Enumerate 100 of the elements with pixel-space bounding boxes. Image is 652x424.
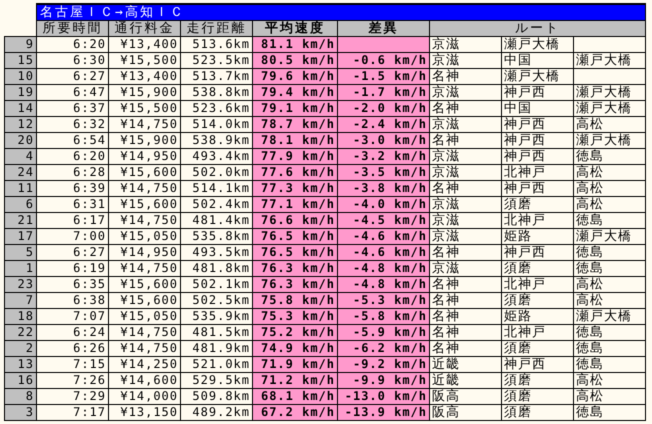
table-cell: 6:20 bbox=[36, 148, 108, 164]
table-cell: 6:54 bbox=[36, 132, 108, 148]
table-cell: -5.8 km/h bbox=[338, 308, 430, 324]
table-cell: 徳島 bbox=[574, 212, 646, 228]
table-cell: 78.1 km/h bbox=[252, 132, 338, 148]
table-cell: 6:27 bbox=[36, 244, 108, 260]
table-cell: 高松 bbox=[574, 164, 646, 180]
table-cell: 名神 bbox=[430, 68, 502, 84]
table-cell: 74.9 km/h bbox=[252, 340, 338, 356]
table-cell: ¥15,900 bbox=[108, 84, 180, 100]
table-cell: 阪高 bbox=[430, 388, 502, 404]
table-cell: ¥13,150 bbox=[108, 404, 180, 420]
table-cell: ¥15,050 bbox=[108, 228, 180, 244]
table-cell: 近畿 bbox=[430, 372, 502, 388]
table-cell: ¥14,750 bbox=[108, 324, 180, 340]
table-cell: 神戸西 bbox=[502, 84, 574, 100]
column-header: 通行料金 bbox=[108, 20, 180, 36]
table-cell: 6:17 bbox=[36, 212, 108, 228]
table-cell: 76.3 km/h bbox=[252, 260, 338, 276]
row-header: 10 bbox=[4, 68, 36, 84]
table-cell: 7:29 bbox=[36, 388, 108, 404]
column-header: 所要時間 bbox=[36, 20, 108, 36]
table-cell: -4.8 km/h bbox=[338, 276, 430, 292]
table-cell: 481.9km bbox=[180, 340, 252, 356]
table-cell: 493.4km bbox=[180, 148, 252, 164]
table-cell: -9.9 km/h bbox=[338, 372, 430, 388]
table-cell: 高松 bbox=[574, 276, 646, 292]
table-cell: 姫路 bbox=[502, 228, 574, 244]
table-cell: ¥15,600 bbox=[108, 292, 180, 308]
table-cell: 徳島 bbox=[574, 340, 646, 356]
table-cell: 須磨 bbox=[502, 196, 574, 212]
table-cell: 徳島 bbox=[574, 404, 646, 420]
table-cell: 75.8 km/h bbox=[252, 292, 338, 308]
table-cell: 79.6 km/h bbox=[252, 68, 338, 84]
table-cell: 509.8km bbox=[180, 388, 252, 404]
table-cell: 489.2km bbox=[180, 404, 252, 420]
table-cell: 神戸西 bbox=[502, 148, 574, 164]
row-header: 22 bbox=[4, 324, 36, 340]
table-cell: 須磨 bbox=[502, 404, 574, 420]
row-header: 8 bbox=[4, 388, 36, 404]
table-cell: 瀬戸大橋 bbox=[574, 228, 646, 244]
row-header: 3 bbox=[4, 404, 36, 420]
table-cell: 502.1km bbox=[180, 276, 252, 292]
column-header: ルート bbox=[430, 20, 646, 36]
table-cell: 京滋 bbox=[430, 164, 502, 180]
table-cell: -4.5 km/h bbox=[338, 212, 430, 228]
table-cell: ¥13,400 bbox=[108, 68, 180, 84]
table-cell: 須磨 bbox=[502, 372, 574, 388]
table-cell: 77.3 km/h bbox=[252, 180, 338, 196]
table-cell: 75.2 km/h bbox=[252, 324, 338, 340]
row-header: 20 bbox=[4, 132, 36, 148]
table-cell: 高松 bbox=[574, 388, 646, 404]
row-header: 7 bbox=[4, 292, 36, 308]
row-header: 12 bbox=[4, 116, 36, 132]
table-cell: 京滋 bbox=[430, 228, 502, 244]
table-cell: 6:27 bbox=[36, 68, 108, 84]
table-cell: -4.0 km/h bbox=[338, 196, 430, 212]
table-cell: 6:19 bbox=[36, 260, 108, 276]
table-cell: 529.5km bbox=[180, 372, 252, 388]
table-cell: 瀬戸大橋 bbox=[574, 308, 646, 324]
table-cell: ¥14,750 bbox=[108, 260, 180, 276]
table-cell: 502.4km bbox=[180, 196, 252, 212]
table-cell: ¥14,000 bbox=[108, 388, 180, 404]
row-header: 18 bbox=[4, 308, 36, 324]
row-header: 4 bbox=[4, 148, 36, 164]
table-cell: 523.5km bbox=[180, 52, 252, 68]
table-cell: -3.5 km/h bbox=[338, 164, 430, 180]
table-cell: 77.9 km/h bbox=[252, 148, 338, 164]
column-header: 走行距離 bbox=[180, 20, 252, 36]
table-cell: 姫路 bbox=[502, 308, 574, 324]
table-cell: 481.5km bbox=[180, 324, 252, 340]
table-cell: ¥14,950 bbox=[108, 148, 180, 164]
table-cell: 京滋 bbox=[430, 260, 502, 276]
table-cell: 6:26 bbox=[36, 340, 108, 356]
table-cell: 68.1 km/h bbox=[252, 388, 338, 404]
table-cell: 514.1km bbox=[180, 180, 252, 196]
table-cell: 81.1 km/h bbox=[252, 36, 338, 52]
table-cell: 京滋 bbox=[430, 36, 502, 52]
table-cell: 76.3 km/h bbox=[252, 276, 338, 292]
table-cell: ¥15,500 bbox=[108, 52, 180, 68]
table-cell: ¥14,250 bbox=[108, 356, 180, 372]
table-cell: 75.3 km/h bbox=[252, 308, 338, 324]
table-cell: 神戸西 bbox=[502, 132, 574, 148]
row-header: 14 bbox=[4, 100, 36, 116]
table-cell: 高松 bbox=[574, 292, 646, 308]
table-cell: 京滋 bbox=[430, 116, 502, 132]
table-cell: 6:24 bbox=[36, 324, 108, 340]
table-cell: 514.0km bbox=[180, 116, 252, 132]
table-cell: -3.2 km/h bbox=[338, 148, 430, 164]
table-cell: 瀬戸大橋 bbox=[574, 100, 646, 116]
table-cell: 京滋 bbox=[430, 52, 502, 68]
table-cell: 名神 bbox=[430, 180, 502, 196]
table-cell: 67.2 km/h bbox=[252, 404, 338, 420]
table-cell: 高松 bbox=[574, 180, 646, 196]
table-cell: 538.9km bbox=[180, 132, 252, 148]
table-cell: 徳島 bbox=[574, 148, 646, 164]
table-cell: 徳島 bbox=[574, 324, 646, 340]
table-cell: 71.2 km/h bbox=[252, 372, 338, 388]
table-cell: 7:07 bbox=[36, 308, 108, 324]
table-cell: -5.9 km/h bbox=[338, 324, 430, 340]
